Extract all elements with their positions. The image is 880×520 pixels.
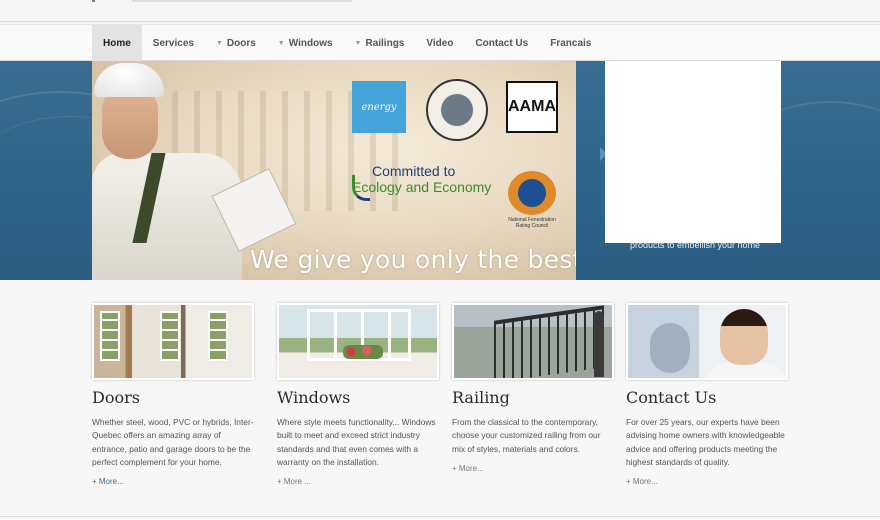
agent-headset-figure bbox=[720, 309, 768, 365]
door-glass-pane bbox=[100, 311, 120, 361]
nfrc-logo: National Fenestration Rating Council bbox=[508, 171, 556, 237]
feature-windows: Windows Where style meets functionality.… bbox=[277, 303, 439, 489]
side-panel-caption: products to embellish your home bbox=[630, 240, 761, 250]
background-agent bbox=[650, 323, 690, 373]
feature-title: Contact Us bbox=[626, 388, 717, 407]
feature-description: Whether steel, wood, PVC or hybrids, Int… bbox=[92, 417, 254, 467]
feature-description: Where style meets functionality... Windo… bbox=[277, 417, 436, 467]
committed-line-1: Committed to bbox=[372, 163, 456, 179]
nfrc-caption: National Fenestration Rating Council bbox=[508, 217, 556, 229]
railing-bars bbox=[494, 305, 604, 378]
nav-label: Windows bbox=[288, 37, 333, 49]
nav-label: Home bbox=[103, 37, 131, 49]
dropdown-caret-icon: ▼ bbox=[215, 39, 223, 47]
feature-doors: Doors Whether steel, wood, PVC or hybrid… bbox=[92, 303, 254, 489]
feature-title: Railing bbox=[452, 388, 510, 407]
nav-item-francais[interactable]: Francais bbox=[539, 25, 602, 61]
door-glass-pane bbox=[208, 311, 228, 361]
railing-thumbnail[interactable] bbox=[452, 303, 614, 380]
nav-item-windows[interactable]: ▼ Windows bbox=[267, 25, 344, 61]
main-nav: Home Services ▼ Doors ▼ Windows ▼ Railings … bbox=[92, 25, 602, 61]
dropdown-caret-icon: ▼ bbox=[354, 39, 362, 47]
nav-item-contact-us[interactable]: Contact Us bbox=[464, 25, 539, 61]
doors-thumbnail[interactable] bbox=[92, 303, 254, 380]
feature-railing: Railing From the classical to the contem… bbox=[452, 303, 614, 476]
feature-description: For over 25 years, our experts have been… bbox=[626, 417, 785, 467]
more-link[interactable]: + More ... bbox=[277, 477, 311, 486]
worker-torso bbox=[92, 153, 242, 280]
feature-title: Windows bbox=[277, 388, 351, 407]
site-tagline-fragment bbox=[92, 0, 352, 2]
more-link[interactable]: + More... bbox=[92, 477, 124, 486]
committed-slogan: Committed to Ecology and Economy bbox=[352, 163, 502, 201]
contact-thumbnail[interactable] bbox=[626, 303, 788, 380]
door-glass-pane bbox=[160, 311, 180, 361]
nav-label: Doors bbox=[226, 37, 256, 49]
nav-label: Services bbox=[152, 37, 194, 49]
hero-side-panel bbox=[605, 61, 781, 243]
nav-label: Contact Us bbox=[475, 37, 529, 49]
hard-hat bbox=[94, 63, 164, 97]
nav-item-railings[interactable]: ▼ Railings bbox=[344, 25, 416, 61]
nav-item-doors[interactable]: ▼ Doors bbox=[205, 25, 267, 61]
worker-face bbox=[102, 89, 158, 159]
nav-item-home[interactable]: Home bbox=[92, 25, 142, 61]
dropdown-caret-icon: ▼ bbox=[277, 39, 285, 47]
more-link[interactable]: + More... bbox=[626, 477, 658, 486]
top-bar bbox=[0, 0, 880, 22]
feature-contact-us: Contact Us For over 25 years, our expert… bbox=[626, 303, 788, 489]
agent-shoulders bbox=[706, 363, 786, 378]
certification-logos: energy AAMA Committed to Ecology and Eco… bbox=[352, 79, 572, 231]
nav-label: Francais bbox=[550, 37, 592, 49]
main-navbar: Home Services ▼ Doors ▼ Windows ▼ Railings … bbox=[0, 24, 880, 61]
hero-band: energy AAMA Committed to Ecology and Eco… bbox=[0, 61, 880, 280]
nav-item-video[interactable]: Video bbox=[415, 25, 464, 61]
footer-divider bbox=[0, 516, 880, 517]
nav-label: Video bbox=[426, 37, 454, 49]
hero-banner-image[interactable]: energy AAMA Committed to Ecology and Eco… bbox=[92, 61, 576, 280]
leaf-icon bbox=[352, 175, 370, 201]
railing-post bbox=[594, 311, 604, 377]
nav-item-services[interactable]: Services bbox=[142, 25, 205, 61]
flower-box bbox=[343, 345, 383, 359]
windows-thumbnail[interactable] bbox=[277, 303, 439, 380]
nav-label: Railings bbox=[365, 37, 405, 49]
aama-logo-text: AAMA bbox=[508, 98, 556, 115]
aama-logo: AAMA bbox=[506, 81, 558, 133]
ozone-protection-logo bbox=[426, 79, 488, 141]
nfrc-sun-icon bbox=[508, 171, 556, 215]
energy-star-logo-text: energy bbox=[361, 101, 397, 113]
committed-line-2: Ecology and Economy bbox=[352, 179, 492, 195]
feature-description: From the classical to the contemporary, … bbox=[452, 417, 601, 454]
more-link[interactable]: + More... bbox=[452, 464, 484, 473]
feature-title: Doors bbox=[92, 388, 140, 407]
hero-slogan: We give you only the best bbox=[250, 245, 576, 274]
energy-star-logo: energy bbox=[352, 81, 406, 133]
